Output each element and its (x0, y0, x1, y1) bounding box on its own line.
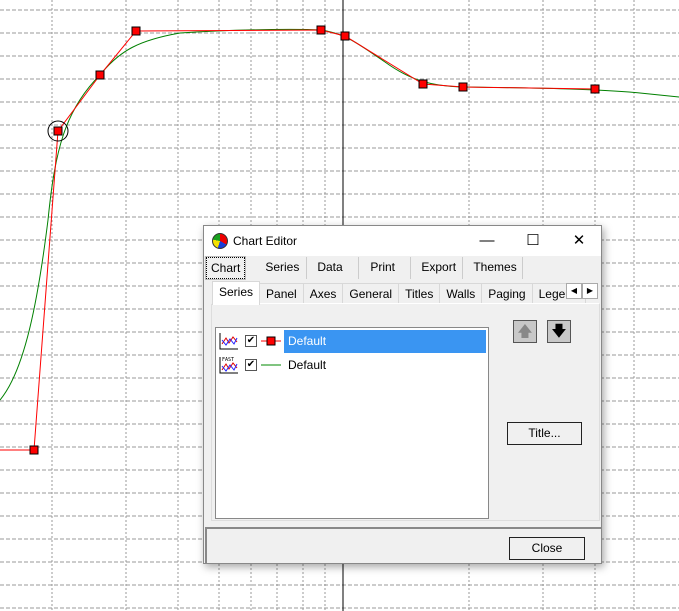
subtab-axes[interactable]: Axes (303, 283, 344, 304)
tabs-scroll-right[interactable]: ▶ (582, 283, 598, 299)
data-point (131, 26, 141, 36)
dialog-footer: Close (205, 527, 601, 563)
close-button[interactable]: Close (509, 537, 585, 560)
series-list-item[interactable]: ✔ Default (216, 329, 488, 353)
series-label: Default (288, 358, 327, 372)
data-point (53, 126, 63, 136)
maximize-button[interactable]: ☐ (510, 226, 556, 256)
data-point (29, 445, 39, 455)
close-window-button[interactable]: ✕ (556, 226, 602, 256)
red-square-line-marker-icon (261, 336, 281, 346)
line-series-icon (219, 333, 238, 350)
teechart-app-icon (212, 233, 228, 249)
move-down-button[interactable]: 🡇 (547, 320, 571, 343)
series-list-item[interactable]: FAST ✔ Default (216, 353, 488, 376)
series-visible-checkbox[interactable]: ✔ (245, 335, 257, 347)
series-listbox[interactable]: ✔ Default FAST ✔ Default (215, 327, 489, 519)
tab-print[interactable]: Print (359, 257, 412, 279)
subtab-titles[interactable]: Titles (399, 283, 441, 304)
subtab-paging[interactable]: Paging (482, 283, 533, 304)
data-point (458, 82, 468, 92)
chart-editor-dialog: Chart Editor — ☐ ✕ Chart Series Data Pri… (203, 225, 602, 564)
minimize-button[interactable]: — (464, 226, 510, 256)
series-visible-checkbox[interactable]: ✔ (245, 359, 257, 371)
title-button[interactable]: Title... (507, 422, 582, 445)
data-point (418, 79, 428, 89)
sub-tabs: Series Panel Axes General Titles Walls P… (212, 281, 586, 305)
data-point (95, 70, 105, 80)
tabs-scroll-left[interactable]: ◀ (566, 283, 582, 299)
move-up-button[interactable]: 🡅 (513, 320, 537, 343)
subtab-walls[interactable]: Walls (440, 283, 483, 304)
green-line-marker-icon (261, 364, 281, 366)
tab-themes[interactable]: Themes (463, 257, 524, 279)
tab-chart[interactable]: Chart (204, 256, 247, 280)
series-label: Default (284, 330, 486, 353)
dialog-title: Chart Editor (233, 234, 298, 248)
data-point (340, 31, 350, 41)
tab-export[interactable]: Export (411, 257, 464, 279)
subtab-series[interactable]: Series (212, 281, 261, 305)
main-tabs: Chart Series Data Print Export Themes (204, 256, 524, 280)
title-bar[interactable]: Chart Editor — ☐ ✕ (204, 226, 601, 256)
svg-text:FAST: FAST (222, 357, 234, 363)
subtab-panel[interactable]: Panel (260, 283, 304, 304)
tab-data[interactable]: Data (307, 257, 360, 279)
subtab-general[interactable]: General (343, 283, 400, 304)
fast-line-series-icon: FAST (219, 357, 238, 374)
tab-series[interactable]: Series (255, 257, 308, 279)
data-point (590, 84, 600, 94)
data-point (316, 25, 326, 35)
